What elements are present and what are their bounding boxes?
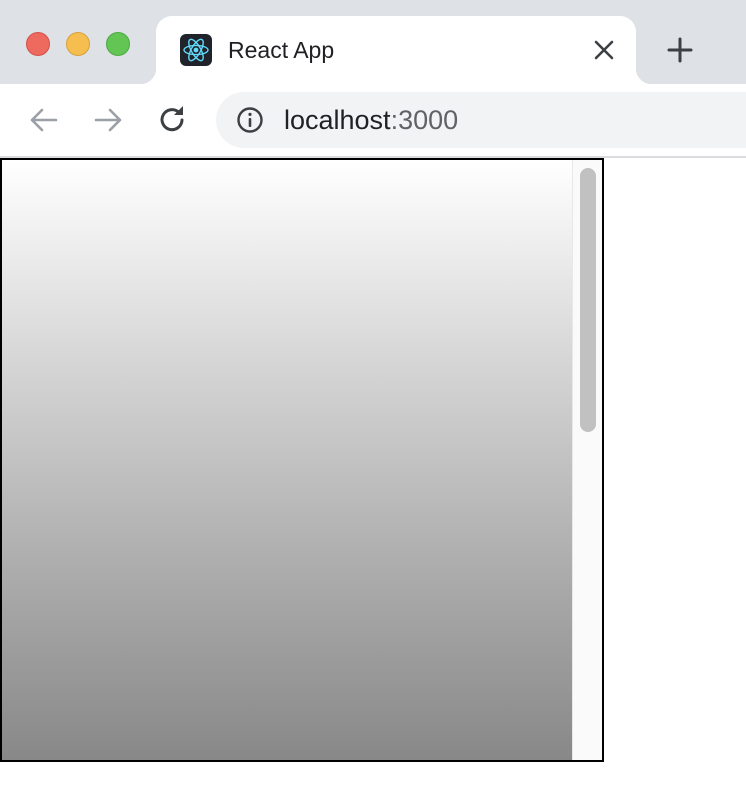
scroll-container[interactable] (0, 158, 604, 762)
browser-toolbar: localhost:3000 (0, 84, 746, 156)
new-tab-button[interactable] (664, 34, 696, 66)
close-icon[interactable] (592, 38, 616, 62)
react-logo-icon (180, 34, 212, 66)
gradient-box (2, 160, 572, 760)
reload-button[interactable] (154, 102, 190, 138)
url-text[interactable]: localhost:3000 (284, 105, 458, 135)
tab-strip: React App (0, 0, 746, 84)
scrollbar-thumb[interactable] (580, 168, 596, 432)
url-host: localhost (284, 105, 391, 135)
url-port: :3000 (390, 105, 459, 135)
arrow-right-icon (94, 108, 122, 132)
reload-icon (160, 106, 184, 132)
window-minimize-button[interactable] (66, 32, 90, 56)
tab-title: React App (228, 37, 335, 63)
window-maximize-button[interactable] (106, 32, 130, 56)
forward-button[interactable] (90, 102, 126, 138)
browser-window: React App localhost:3000 (0, 0, 746, 794)
vertical-scrollbar[interactable] (572, 160, 602, 760)
back-button[interactable] (26, 102, 62, 138)
address-bar[interactable]: localhost:3000 (216, 92, 746, 148)
page-viewport (0, 158, 746, 794)
window-close-button[interactable] (26, 32, 50, 56)
arrow-left-icon (30, 108, 58, 132)
plus-icon (667, 37, 693, 63)
info-icon[interactable] (236, 106, 264, 134)
tab-react-app[interactable]: React App (140, 16, 652, 84)
